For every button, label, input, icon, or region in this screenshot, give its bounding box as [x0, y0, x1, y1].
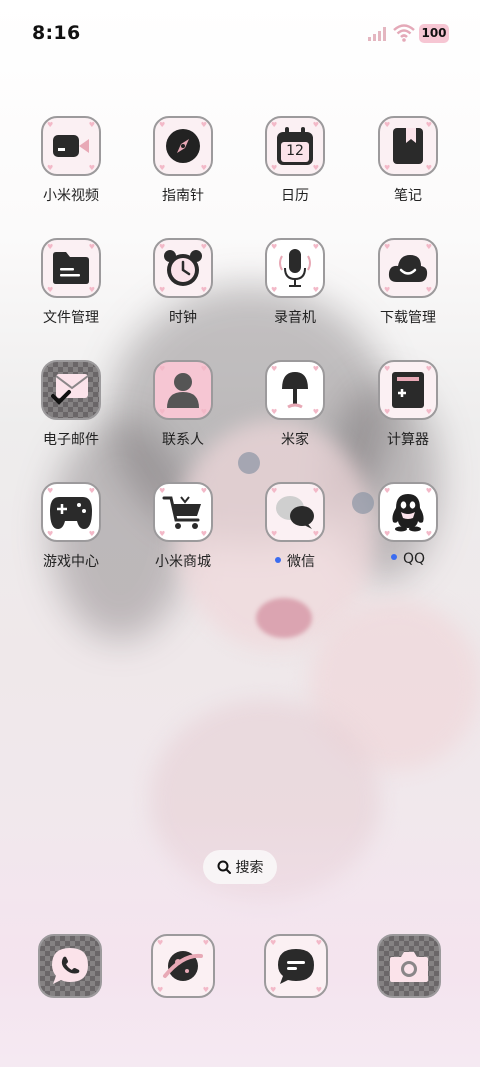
alarm-clock-icon — [164, 250, 202, 286]
app-label: 文件管理 — [43, 310, 99, 326]
app-label: QQ — [402, 551, 426, 567]
dock-browser[interactable]: ♥ ♥ ♥ ♥ — [151, 934, 215, 998]
app-mijia[interactable]: ♥ ♥ ♥ ♥ 米家 — [239, 360, 351, 449]
smart-lamp-icon — [282, 372, 308, 409]
status-bar: 8:16 100 — [0, 0, 480, 68]
app-label: 微信 — [287, 554, 315, 570]
search-button[interactable]: 搜索 — [203, 850, 277, 884]
search-label: 搜索 — [235, 860, 264, 876]
notification-dot — [390, 554, 397, 560]
calendar-date: 12 — [286, 143, 304, 159]
app-label: 下载管理 — [380, 310, 436, 326]
app-compass[interactable]: ♥ ♥ ♥ ♥ 指南针 — [127, 116, 239, 205]
app-label: 电子邮件 — [43, 432, 99, 448]
app-label: 时钟 — [169, 310, 197, 326]
app-qq[interactable]: ♥ ♥ ♥ ♥ QQ — [352, 482, 464, 567]
shopping-cart-icon — [162, 496, 201, 529]
app-label: 联系人 — [162, 432, 204, 448]
qq-penguin-icon — [392, 494, 424, 532]
cloud-download-icon — [388, 255, 428, 282]
app-mi-store[interactable]: ♥ ♥ ♥ ♥ 小米商城 — [127, 482, 239, 571]
dock-messages[interactable]: ♥ ♥ ♥ ♥ — [264, 934, 328, 998]
signal-icon — [368, 27, 386, 41]
app-notes[interactable]: ♥ ♥ ♥ ♥ 笔记 — [352, 116, 464, 205]
compass-icon — [166, 129, 200, 163]
dock-phone[interactable] — [38, 934, 102, 998]
mail-icon — [51, 374, 89, 405]
dock-camera[interactable] — [377, 934, 441, 998]
app-game-center[interactable]: ♥ ♥ ♥ ♥ 游戏中心 — [15, 482, 127, 571]
app-email[interactable]: 电子邮件 — [15, 360, 127, 449]
app-label: 小米视频 — [43, 188, 99, 204]
video-camera-icon — [53, 135, 89, 157]
app-label: 笔记 — [394, 188, 422, 204]
gamepad-icon — [50, 497, 92, 529]
status-time: 8:16 — [32, 22, 81, 44]
wechat-icon — [276, 496, 314, 529]
folder-icon — [53, 252, 89, 284]
app-contacts[interactable]: ♥ ♥ ♥ ♥ 联系人 — [127, 360, 239, 449]
app-calendar[interactable]: ♥ ♥ ♥ ♥ 12 日历 — [239, 116, 351, 205]
app-label: 指南针 — [162, 188, 204, 204]
app-label: 米家 — [281, 432, 309, 448]
app-clock[interactable]: ♥ ♥ ♥ ♥ 时钟 — [127, 238, 239, 327]
search-icon — [217, 860, 231, 874]
notebook-icon — [393, 128, 423, 164]
calendar-icon: 12 — [277, 127, 313, 165]
app-label: 日历 — [281, 188, 309, 204]
app-label: 游戏中心 — [43, 554, 99, 570]
wifi-icon — [393, 24, 415, 42]
dock: ♥ ♥ ♥ ♥ ♥ ♥ ♥ ♥ — [0, 934, 480, 998]
app-label: 录音机 — [274, 310, 316, 326]
notification-dot — [275, 557, 281, 563]
calculator-icon — [392, 372, 424, 408]
camera-icon — [390, 952, 428, 982]
messages-icon — [278, 949, 314, 984]
browser-planet-icon — [163, 951, 203, 981]
app-file-manager[interactable]: ♥ ♥ ♥ ♥ 文件管理 — [15, 238, 127, 327]
microphone-icon — [279, 249, 311, 287]
app-mi-video[interactable]: ♥ ♥ ♥ ♥ 小米视频 — [15, 116, 127, 205]
app-downloads[interactable]: ♥ ♥ ♥ ♥ 下载管理 — [352, 238, 464, 327]
app-wechat[interactable]: ♥ ♥ ♥ ♥ 微信 — [239, 482, 351, 571]
app-label: 小米商城 — [155, 554, 211, 570]
app-recorder[interactable]: ♥ ♥ ♥ ♥ 录音机 — [239, 238, 351, 327]
battery-indicator: 100 — [419, 24, 449, 43]
app-calculator[interactable]: ♥ ♥ ♥ ♥ 计算器 — [352, 360, 464, 449]
phone-icon — [52, 948, 88, 984]
contact-person-icon — [167, 373, 199, 408]
app-label: 计算器 — [387, 432, 429, 448]
